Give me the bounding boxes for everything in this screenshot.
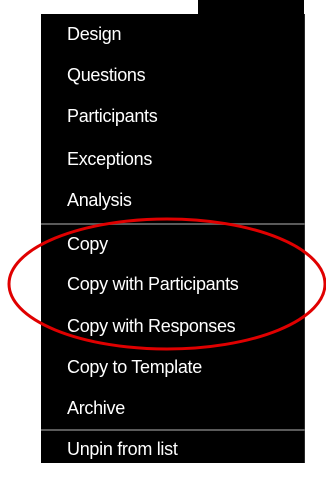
menu-item-archive[interactable]: Archive [67,388,297,428]
menu-anchor-edge [198,0,304,14]
menu-item-analysis[interactable]: Analysis [67,180,297,220]
menu-item-questions[interactable]: Questions [67,55,297,95]
menu-item-design[interactable]: Design [67,14,297,54]
menu-item-copy-to-template[interactable]: Copy to Template [67,347,297,387]
menu-item-copy-with-responses[interactable]: Copy with Responses [67,306,297,346]
menu-item-copy-with-participants[interactable]: Copy with Participants [67,264,297,304]
screenshot-stage: Design Questions Participants Exceptions… [0,0,326,477]
menu-item-copy[interactable]: Copy [67,224,297,264]
context-menu: Design Questions Participants Exceptions… [41,14,305,463]
menu-item-participants[interactable]: Participants [67,96,297,136]
menu-item-unpin-from-list[interactable]: Unpin from list [67,429,297,469]
menu-item-exceptions[interactable]: Exceptions [67,139,297,179]
